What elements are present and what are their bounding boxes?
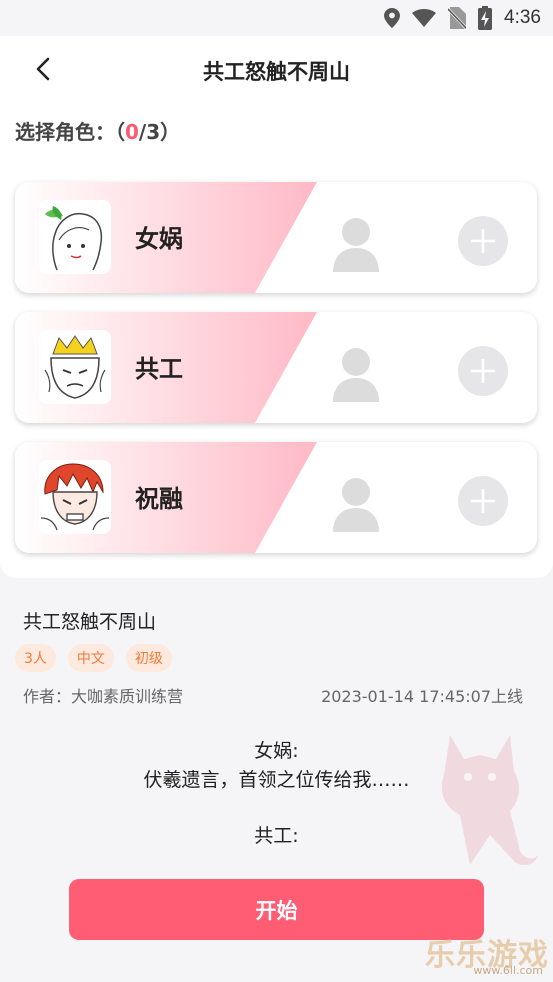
clock: 4:36 — [504, 7, 541, 28]
nuwa-avatar — [39, 200, 111, 274]
dialogue-speaker: 共工: — [254, 825, 299, 847]
selected-count: 0 — [125, 120, 139, 144]
tag-difficulty: 初级 — [125, 644, 172, 672]
role-name: 女娲 — [135, 225, 183, 253]
script-title: 共工怒触不周山 — [23, 611, 157, 633]
start-button[interactable]: 开始 — [69, 879, 484, 940]
no-sim-icon — [448, 7, 467, 29]
watermark-url: www.6ll.com — [473, 964, 543, 977]
plus-icon — [471, 359, 495, 383]
role-card-nuwa[interactable]: 女娲 — [15, 182, 537, 293]
empty-player-icon — [333, 478, 379, 532]
add-player-button[interactable] — [458, 476, 508, 526]
location-icon — [384, 8, 401, 28]
zhurong-avatar — [39, 460, 111, 534]
add-player-button[interactable] — [458, 216, 508, 266]
role-card-zhurong[interactable]: 祝融 — [15, 442, 537, 553]
tag-player-count: 3人 — [15, 644, 56, 672]
plus-icon — [471, 489, 495, 513]
app-bar: 共工怒触不周山 — [0, 36, 553, 100]
wifi-icon — [412, 9, 437, 27]
empty-player-icon — [333, 348, 379, 402]
battery-charging-icon — [478, 6, 493, 30]
plus-icon — [471, 229, 495, 253]
author-text: 作者：大咖素质训练营 — [23, 687, 184, 706]
role-name: 祝融 — [135, 485, 183, 513]
role-name: 共工 — [135, 355, 183, 383]
gonggong-avatar — [39, 330, 111, 404]
add-player-button[interactable] — [458, 346, 508, 396]
status-bar: 4:36 — [0, 0, 553, 36]
page-title: 共工怒触不周山 — [203, 60, 350, 84]
role-select-label: 选择角色：（0/3） — [15, 120, 181, 144]
dialogue-line: 伏羲遗言，首领之位传给我…… — [143, 769, 410, 791]
dialogue-speaker: 女娲: — [254, 740, 299, 762]
tag-language: 中文 — [67, 644, 114, 672]
role-card-gonggong[interactable]: 共工 — [15, 312, 537, 423]
empty-player-icon — [333, 218, 379, 272]
role-panel: 选择角色：（0/3） 女娲 共工 祝融 — [0, 100, 553, 578]
tag-list: 3人 中文 初级 — [15, 644, 172, 672]
publish-date: 2023-01-14 17:45:07上线 — [321, 687, 523, 706]
